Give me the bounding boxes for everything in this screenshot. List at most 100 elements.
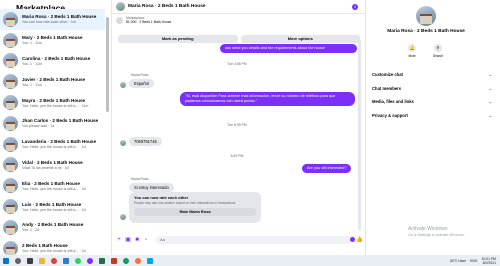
watermark-subtitle: Go to Settings to activate Windows. bbox=[408, 233, 465, 237]
avatar bbox=[3, 199, 18, 215]
conversation-item[interactable]: Vidal · 2 Beds 1 Bath House Vidal: Si las… bbox=[0, 155, 105, 176]
conversation-item[interactable]: Carolina · 2 Beds 1 Bath House You: 1 · 1… bbox=[0, 51, 105, 72]
conversation-item[interactable]: Javier · 2 Beds 1 Bath House You: 1 · 11m bbox=[0, 71, 105, 92]
conversation-name: Maria Rosa · 2 Beds 1 Bath House bbox=[22, 14, 97, 20]
chrome-icon[interactable] bbox=[51, 257, 57, 264]
avatar bbox=[3, 115, 18, 131]
conversation-preview: You: 1 · 2d bbox=[22, 228, 40, 233]
conversation-name: Elia · 2 Beds 1 Bath House bbox=[22, 180, 80, 186]
mute-label: Mute bbox=[408, 54, 416, 58]
image-icon[interactable]: ▣ bbox=[125, 237, 131, 243]
chevron-down-icon: ⌄ bbox=[488, 85, 492, 91]
search-button[interactable]: ⚲ Search bbox=[431, 44, 445, 58]
date-text: 8/2/2021 bbox=[482, 260, 496, 265]
conversation-item[interactable]: Lavanderia · 2 Beds 1 Bath House You: Hel… bbox=[0, 134, 105, 155]
bell-icon: 🔔 bbox=[408, 44, 416, 52]
message-incoming: 7069791745 bbox=[129, 137, 162, 146]
timestamp: Tue 8:39 PM bbox=[227, 123, 247, 127]
sidebar-scrollbar[interactable] bbox=[106, 17, 109, 112]
conversation-preview: You: Hello, yes the house is still a... … bbox=[22, 186, 86, 191]
avatar[interactable] bbox=[416, 6, 436, 26]
conversation-name: Luis · 2 Beds 1 Bath House bbox=[22, 201, 82, 207]
rate-button[interactable]: Rate Maria Rosa bbox=[134, 208, 256, 216]
avatar[interactable] bbox=[116, 2, 125, 11]
menu-label: Media, files and links bbox=[372, 99, 414, 105]
sender-name: Maria Rosa bbox=[131, 177, 149, 181]
system-tray: 26°C Haze ENG 10:01 PM 8/2/2021 bbox=[446, 255, 496, 266]
conversation-name: Carolina · 2 Beds 1 Bath House bbox=[22, 55, 91, 61]
conversation-item[interactable]: Maria Rosa · 2 Beds 1 Bath House You can … bbox=[0, 9, 105, 30]
store-icon[interactable] bbox=[147, 257, 153, 264]
chevron-down-icon: ⌄ bbox=[488, 72, 492, 78]
messenger-icon[interactable] bbox=[87, 257, 93, 264]
conversation-name: 2 Beds 1 Bath House bbox=[22, 243, 68, 249]
avatar bbox=[3, 157, 18, 173]
conversation-preview: You: Hello, yes the house is still a... … bbox=[22, 207, 86, 212]
message-outgoing: Are you still interested? bbox=[302, 164, 352, 173]
clock[interactable]: 10:01 PM 8/2/2021 bbox=[481, 257, 496, 265]
customize-chat-item[interactable]: Customize chat ⌄ bbox=[372, 68, 492, 82]
listing-bar[interactable]: Marketplace $1,000 · 2 Beds 1 Bath House bbox=[112, 14, 365, 26]
search-label: Search bbox=[432, 54, 444, 58]
plus-icon[interactable]: + bbox=[116, 237, 122, 243]
excel-icon[interactable] bbox=[99, 257, 105, 264]
conversation-item[interactable]: Elia · 2 Beds 1 Bath House You: Hello, ye… bbox=[0, 175, 105, 196]
rate-subtitle: People may rate one another based on the… bbox=[134, 201, 237, 205]
timestamp: 8:49 PM bbox=[230, 154, 244, 158]
marketplace-icon bbox=[116, 16, 123, 24]
conversation-name: Lavanderia · 2 Beds 1 Bath House bbox=[22, 139, 97, 145]
composer: + ▣ ■ ▫ Aa 👍 bbox=[112, 232, 366, 248]
more-options-button[interactable]: More options bbox=[240, 35, 360, 43]
mark-pending-button[interactable]: Mark as pending bbox=[118, 35, 238, 43]
chat-title[interactable]: Maria Rosa · 2 Beds 1 Bath House bbox=[128, 4, 206, 9]
rate-card: You can now rate each other People may r… bbox=[129, 192, 261, 223]
avatar bbox=[3, 95, 18, 111]
powerpoint-icon[interactable] bbox=[111, 257, 117, 264]
listing-actions: Mark as pending More options bbox=[118, 35, 360, 43]
conversation-name: Jhan Carlos · 2 Beds 1 Bath House bbox=[22, 118, 99, 124]
emoji-icon[interactable] bbox=[350, 237, 355, 242]
conversation-item[interactable]: Jhan Carlos · 2 Beds 1 Bath House You ple… bbox=[0, 113, 105, 134]
conversation-info-panel: Maria Rosa · 2 Beds 1 Bath House 🔔 Mute … bbox=[365, 0, 500, 255]
chat-scrollbar[interactable] bbox=[358, 40, 361, 230]
weather-text[interactable]: 26°C Haze bbox=[450, 259, 466, 263]
mute-button[interactable]: 🔔 Mute bbox=[405, 44, 419, 58]
task-view-icon[interactable] bbox=[27, 257, 33, 264]
contact-name: Maria Rosa · 2 Beds 1 Bath House bbox=[387, 29, 465, 34]
chat-members-item[interactable]: Chat members ⌄ bbox=[372, 82, 492, 96]
privacy-support-item[interactable]: Privacy & support ⌄ bbox=[372, 109, 492, 123]
menu-label: Customize chat bbox=[372, 72, 403, 78]
chevron-down-icon: ⌄ bbox=[488, 112, 492, 118]
chevron-down-icon: ⌄ bbox=[488, 99, 492, 105]
word-icon[interactable] bbox=[63, 257, 69, 264]
info-actions: 🔔 Mute ⚲ Search bbox=[405, 44, 445, 58]
conversation-preview: You please wait · 1d bbox=[22, 124, 55, 129]
messenger-app: ← Marketplace Maria Rosa · 2 Beds 1 Bath… bbox=[0, 0, 500, 256]
firefox-icon[interactable] bbox=[135, 257, 141, 264]
avatar bbox=[3, 136, 18, 152]
gif-icon[interactable]: ▫ bbox=[143, 237, 149, 243]
message-outgoing: can send you details and the requirement… bbox=[220, 44, 357, 53]
conversation-item[interactable]: Andy · 2 Beds 1 Bath House You: 1 · 2d bbox=[0, 217, 105, 238]
windows-start-icon[interactable] bbox=[3, 257, 9, 264]
conversation-name: Mary · 2 Beds 1 Bath House bbox=[22, 35, 83, 41]
conversation-item[interactable]: Mary · 2 Beds 1 Bath House You: 1 · 11m bbox=[0, 30, 105, 51]
conversation-name: Andy · 2 Beds 1 Bath House bbox=[22, 222, 84, 228]
conversation-name: Vidal · 2 Beds 1 Bath House bbox=[22, 159, 83, 165]
message-incoming: Español bbox=[129, 79, 154, 88]
info-icon[interactable]: i bbox=[352, 4, 358, 10]
conversation-preview: You: Hello, yes the house is still a... … bbox=[22, 249, 86, 254]
message-input[interactable]: Aa bbox=[156, 236, 352, 244]
search-icon[interactable] bbox=[15, 257, 21, 264]
menu-label: Privacy & support bbox=[372, 112, 408, 118]
language-indicator[interactable]: ENG bbox=[470, 259, 477, 263]
conversation-item[interactable]: Mayra · 2 Beds 1 Bath House You: Hello, y… bbox=[0, 92, 105, 113]
like-icon[interactable]: 👍 bbox=[356, 236, 363, 243]
sticker-icon[interactable]: ■ bbox=[134, 237, 140, 243]
file-explorer-icon[interactable] bbox=[39, 257, 45, 264]
conversation-item[interactable]: Luis · 2 Beds 1 Bath House You: Hello, ye… bbox=[0, 196, 105, 217]
app-icon[interactable] bbox=[123, 257, 129, 264]
whatsapp-icon[interactable] bbox=[75, 257, 81, 264]
time-text: 10:01 PM bbox=[481, 256, 496, 261]
media-files-links-item[interactable]: Media, files and links ⌄ bbox=[372, 95, 492, 109]
